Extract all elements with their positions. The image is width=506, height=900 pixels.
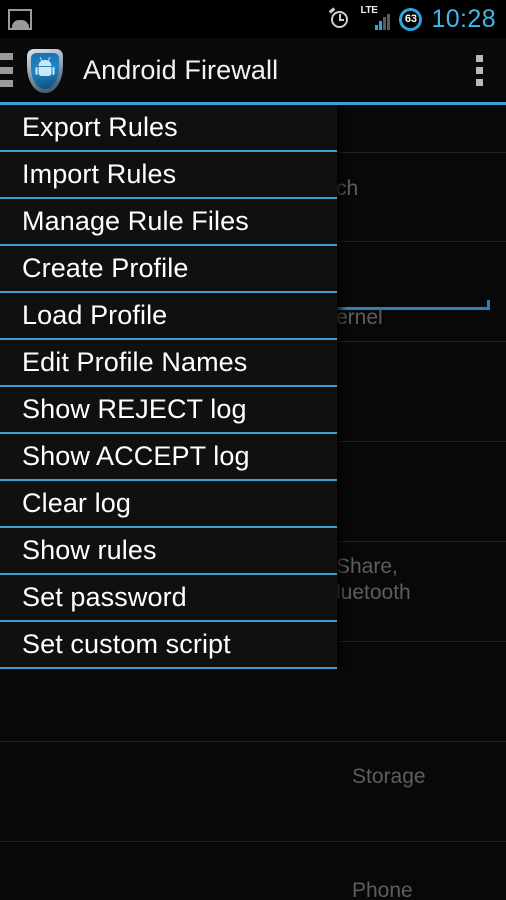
menu-item-label: Manage Rule Files bbox=[22, 206, 249, 236]
menu-item-edit-profile-names[interactable]: Edit Profile Names bbox=[0, 340, 337, 387]
menu-item-show-rules[interactable]: Show rules bbox=[0, 528, 337, 575]
status-bar-clock: 10:28 bbox=[431, 4, 496, 33]
overflow-dropdown-menu: Export Rules Import Rules Manage Rule Fi… bbox=[0, 102, 337, 669]
menu-item-label: Set password bbox=[22, 582, 187, 612]
menu-item-label: Clear log bbox=[22, 488, 131, 518]
menu-item-load-profile[interactable]: Load Profile bbox=[0, 293, 337, 340]
menu-item-label: Show rules bbox=[22, 535, 157, 565]
backdrop-row bbox=[0, 742, 506, 842]
android-firewall-shield-icon bbox=[23, 47, 67, 93]
status-bar: LTE 63 10:28 bbox=[0, 0, 506, 38]
app-title: Android Firewall bbox=[83, 54, 279, 85]
menu-drop-shadow bbox=[337, 102, 347, 668]
signal-bars-icon: LTE bbox=[360, 6, 391, 31]
menu-item-label: Edit Profile Names bbox=[22, 347, 248, 377]
menu-item-show-reject-log[interactable]: Show REJECT log bbox=[0, 387, 337, 434]
menu-item-show-accept-log[interactable]: Show ACCEPT log bbox=[0, 434, 337, 481]
storage-row-text: Storage bbox=[352, 765, 426, 788]
alarm-clock-icon bbox=[329, 6, 351, 30]
menu-item-set-custom-script[interactable]: Set custom script bbox=[0, 622, 337, 669]
menu-item-create-profile[interactable]: Create Profile bbox=[0, 246, 337, 293]
status-bar-system-icons: LTE 63 10:28 bbox=[329, 4, 506, 33]
menu-item-set-password[interactable]: Set password bbox=[0, 575, 337, 622]
menu-item-label: Set custom script bbox=[22, 629, 231, 659]
menu-item-label: Show ACCEPT log bbox=[22, 441, 250, 471]
menu-item-manage-rule-files[interactable]: Manage Rule Files bbox=[0, 199, 337, 246]
menu-item-clear-log[interactable]: Clear log bbox=[0, 481, 337, 528]
android-screen: LTE 63 10:28 Android Firewall ch ernel S… bbox=[0, 0, 506, 900]
status-bar-notifications bbox=[0, 8, 32, 30]
menu-item-label: Export Rules bbox=[22, 112, 178, 142]
menu-item-label: Create Profile bbox=[22, 253, 189, 283]
menu-item-label: Show REJECT log bbox=[22, 394, 247, 424]
battery-icon: 63 bbox=[399, 7, 423, 31]
menu-item-export-rules[interactable]: Export Rules bbox=[0, 105, 337, 152]
image-icon bbox=[8, 8, 32, 30]
hamburger-menu-icon[interactable] bbox=[0, 53, 13, 87]
menu-item-label: Import Rules bbox=[22, 159, 177, 189]
phone-row-text: Phone bbox=[352, 879, 413, 900]
share-bluetooth-row-text: Share, luetooth bbox=[336, 555, 411, 604]
menu-item-import-rules[interactable]: Import Rules bbox=[0, 152, 337, 199]
action-bar-divider bbox=[0, 102, 506, 105]
overflow-menu-icon[interactable] bbox=[476, 54, 483, 86]
menu-item-label: Load Profile bbox=[22, 300, 168, 330]
action-bar: Android Firewall bbox=[0, 38, 506, 102]
